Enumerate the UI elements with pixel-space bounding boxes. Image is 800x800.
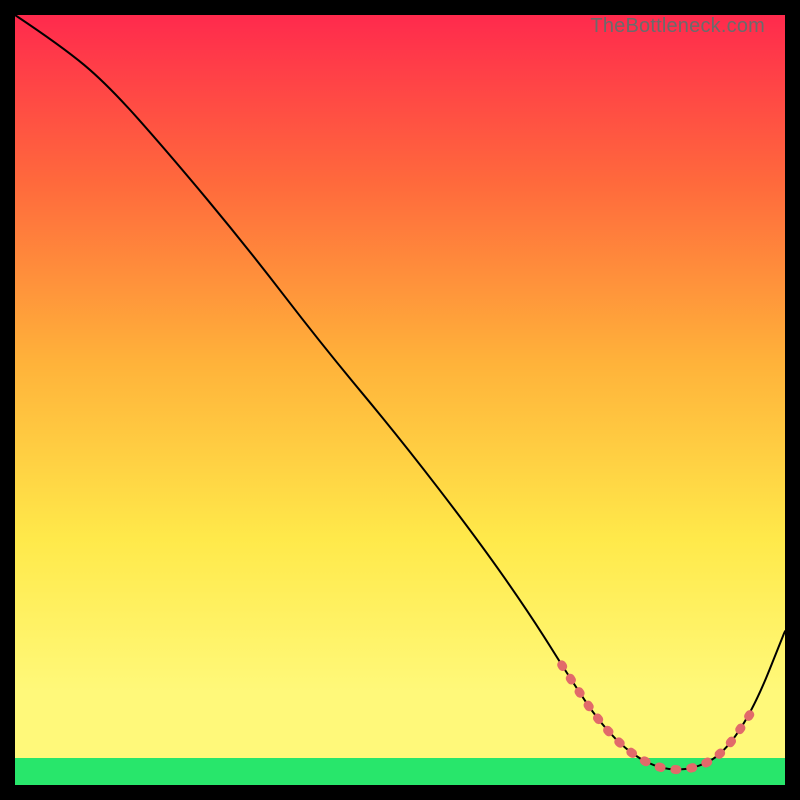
bottleneck-plot — [15, 15, 785, 785]
watermark-text: TheBottleneck.com — [590, 15, 765, 38]
chart-frame: TheBottleneck.com — [15, 15, 785, 785]
gradient-background — [15, 15, 785, 785]
